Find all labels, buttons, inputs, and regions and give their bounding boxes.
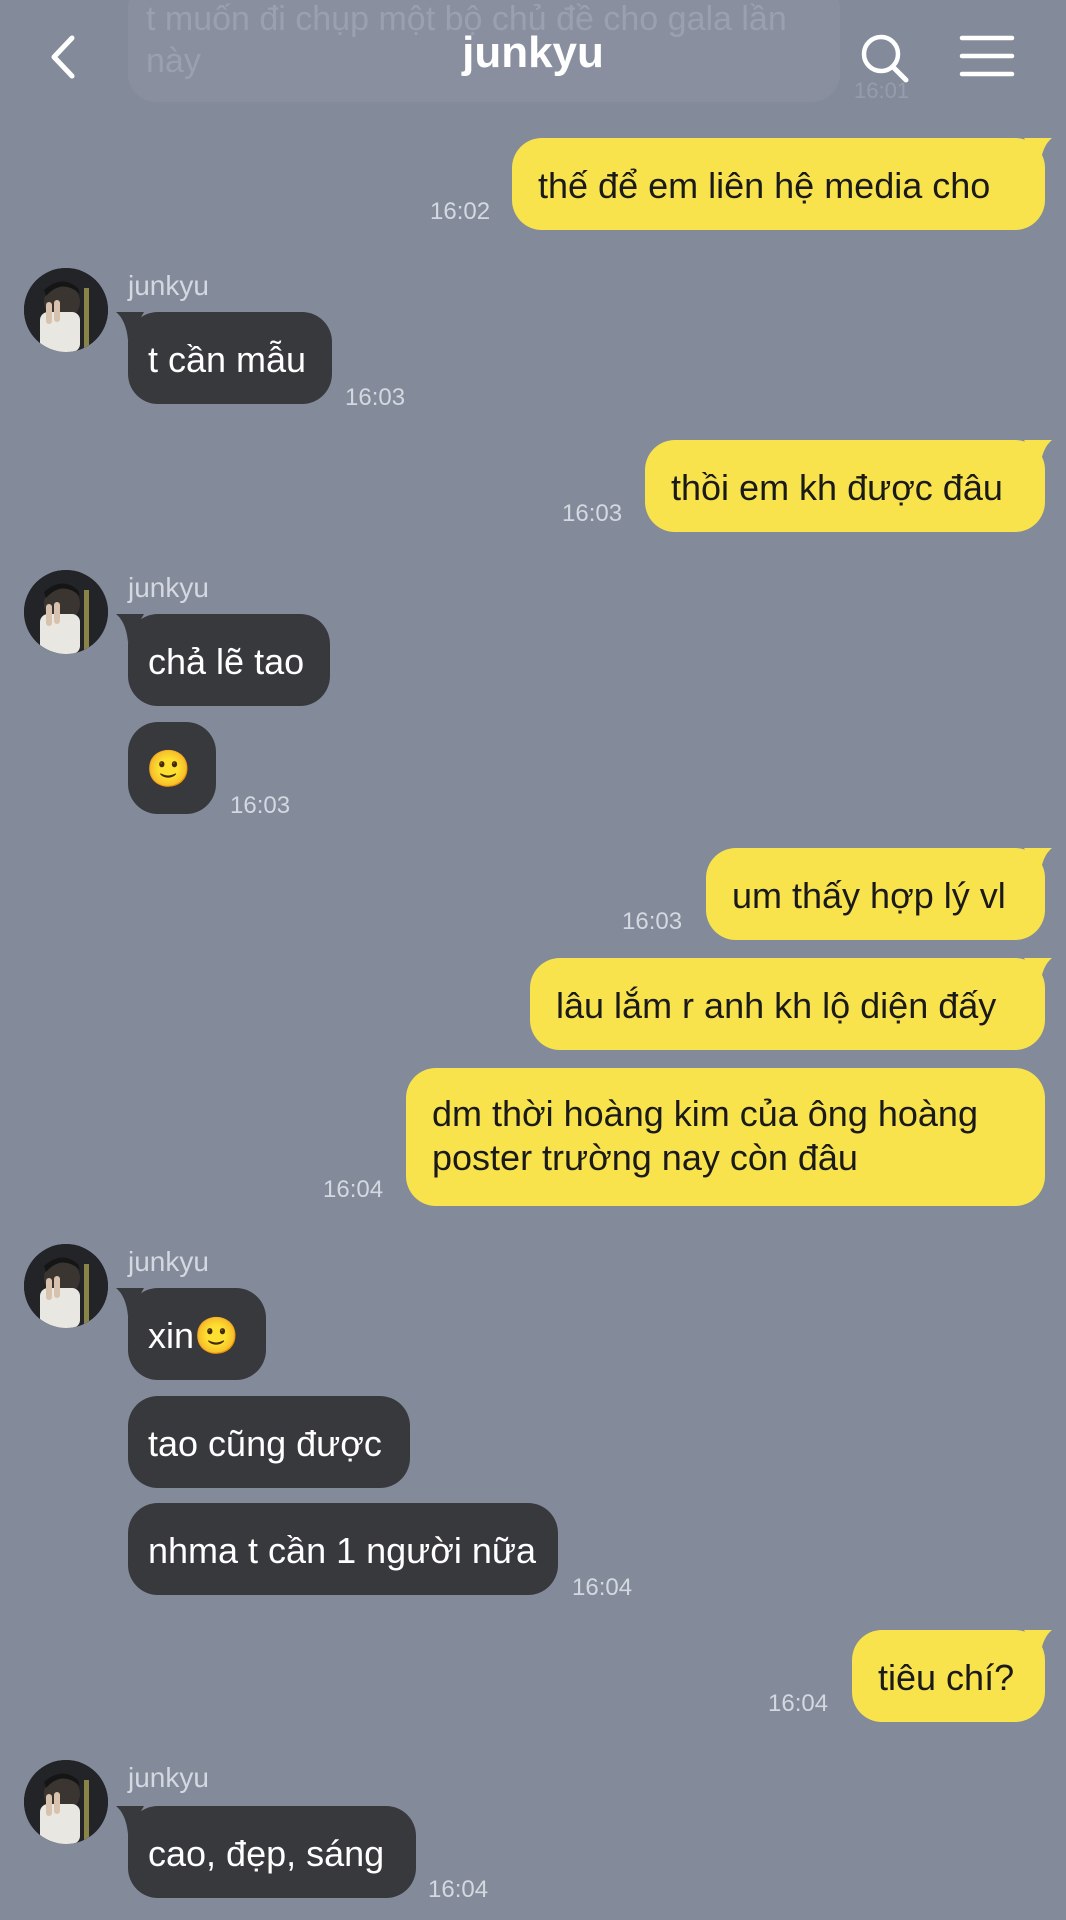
incoming-message-bubble[interactable]: t cần mẫu <box>128 312 332 404</box>
message-text: lâu lắm r anh kh lộ diện đấy <box>556 985 997 1026</box>
message-text: thế để em liên hệ media cho <box>538 165 991 206</box>
message-text-line-1: dm thời hoàng kim của ông hoàng <box>432 1093 978 1134</box>
message-time: 16:04 <box>572 1574 633 1601</box>
message-text: um thấy hợp lý vl <box>732 875 1006 916</box>
message-text: xin🙂 <box>148 1315 239 1356</box>
avatar-photo <box>24 268 108 352</box>
message-time: 16:03 <box>230 792 291 819</box>
outgoing-message-bubble[interactable]: lâu lắm r anh kh lộ diện đấy <box>530 958 1045 1050</box>
message-text: 🙂 <box>146 749 191 790</box>
incoming-message-bubble[interactable]: cao, đẹp, sáng <box>128 1806 416 1898</box>
outgoing-message-bubble[interactable]: thế để em liên hệ media cho <box>512 138 1045 230</box>
avatar[interactable] <box>24 1244 108 1328</box>
message-text: cao, đẹp, sáng <box>148 1833 385 1874</box>
message-text: chả lẽ tao <box>148 641 305 682</box>
message-text: tao cũng được <box>148 1423 382 1464</box>
message-time: 16:04 <box>323 1176 384 1203</box>
avatar[interactable] <box>24 268 108 352</box>
outgoing-message-bubble[interactable]: dm thời hoàng kim của ông hoàng poster t… <box>406 1068 1045 1206</box>
incoming-emoji-bubble[interactable]: 🙂 <box>128 722 216 814</box>
message-text: t cần mẫu <box>148 339 307 380</box>
search-icon <box>861 34 909 83</box>
chat-header: junkyu <box>0 0 1066 110</box>
message-time: 16:02 <box>430 198 491 225</box>
outgoing-message-bubble[interactable]: thồi em kh được đâu <box>645 440 1045 532</box>
outgoing-message-bubble[interactable]: tiêu chí? <box>852 1630 1045 1722</box>
bubble-tail <box>1024 440 1052 468</box>
bubble-tail <box>1024 138 1052 166</box>
message-time: 16:04 <box>428 1876 489 1903</box>
avatar-photo <box>24 1760 108 1844</box>
sender-name: junkyu <box>128 572 209 603</box>
avatar[interactable] <box>24 570 108 654</box>
message-time: 16:03 <box>345 384 406 411</box>
sender-name: junkyu <box>128 270 209 301</box>
incoming-message-bubble[interactable]: tao cũng được <box>128 1396 410 1488</box>
message-text: nhma t cần 1 người nữa <box>148 1530 537 1571</box>
message-text: tiêu chí? <box>878 1657 1015 1698</box>
incoming-message-bubble[interactable]: nhma t cần 1 người nữa <box>128 1503 558 1595</box>
message-text-line-2: poster trường nay còn đâu <box>432 1137 858 1178</box>
avatar-photo <box>24 570 108 654</box>
message-time: 16:04 <box>768 1690 829 1717</box>
menu-button[interactable] <box>952 22 1022 92</box>
hamburger-menu-icon <box>959 35 1015 77</box>
message-text: thồi em kh được đâu <box>671 467 1003 508</box>
message-time: 16:03 <box>622 908 683 935</box>
incoming-message-bubble[interactable]: chả lẽ tao <box>128 614 330 706</box>
sender-name: junkyu <box>128 1762 209 1793</box>
bubble-tail <box>1024 1630 1052 1658</box>
sender-name: junkyu <box>128 1246 209 1277</box>
bubble-tail <box>1024 958 1052 986</box>
search-button[interactable] <box>850 22 920 92</box>
outgoing-message-bubble[interactable]: um thấy hợp lý vl <box>706 848 1045 940</box>
avatar[interactable] <box>24 1760 108 1844</box>
message-time: 16:03 <box>562 500 623 527</box>
avatar-photo <box>24 1244 108 1328</box>
bubble-tail <box>1024 848 1052 876</box>
incoming-message-bubble[interactable]: xin🙂 <box>128 1288 266 1380</box>
